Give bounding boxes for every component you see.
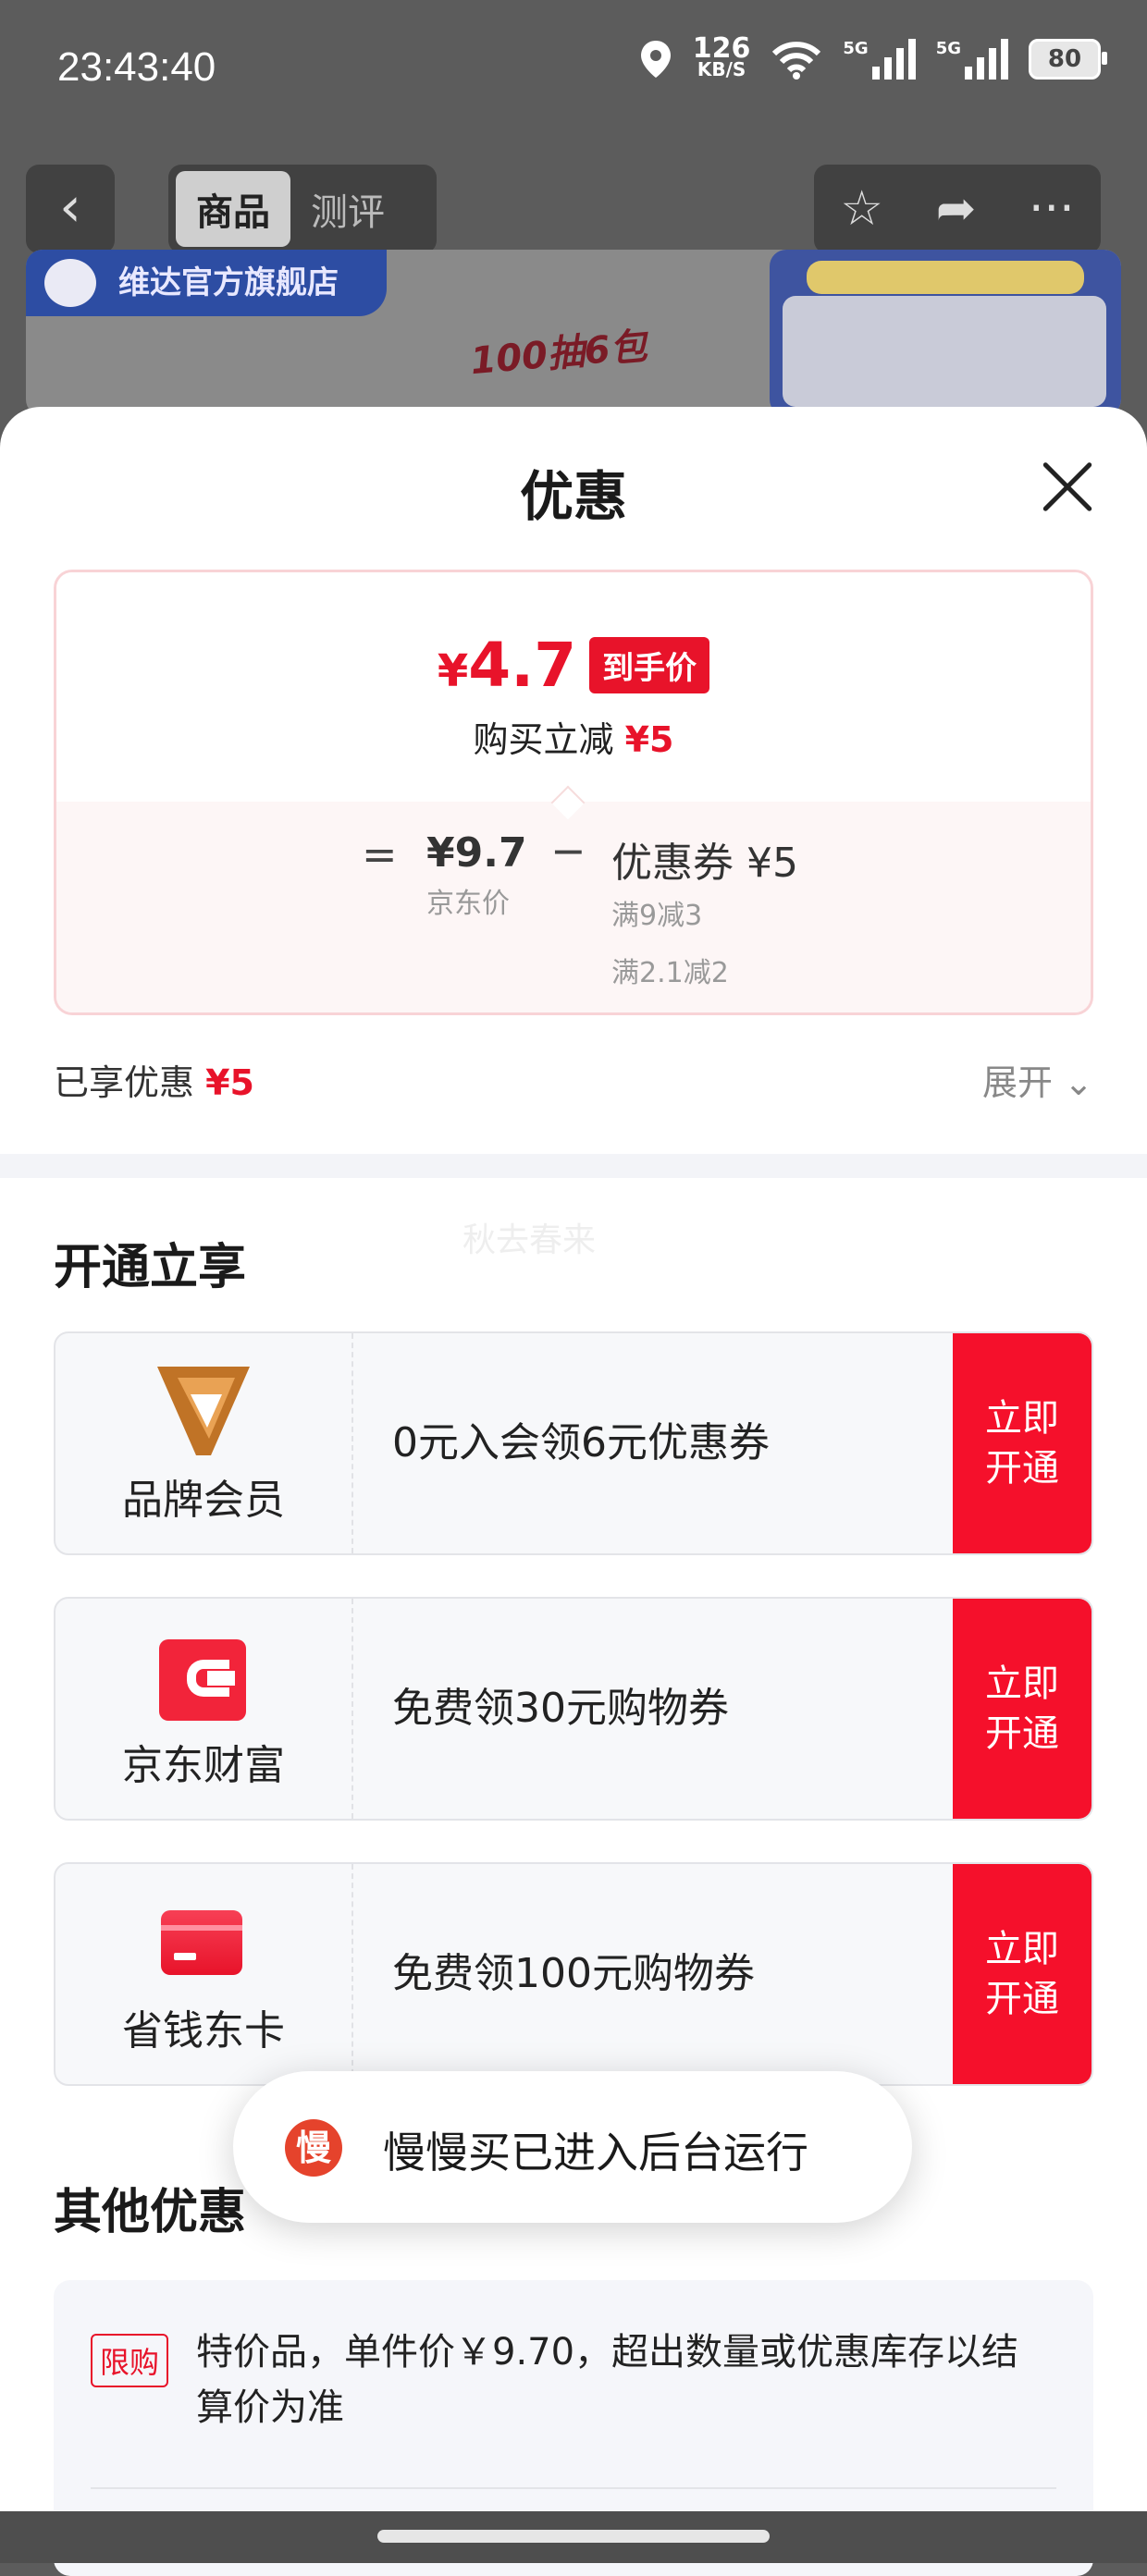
open-now-button[interactable]: 立即 开通 xyxy=(953,1599,1092,1819)
nav-actions: ☆ ➦ ··· xyxy=(814,165,1101,253)
price-calculation: = ¥9.7 京东价 − 优惠券 ¥5 满9减3 满2.1减2 xyxy=(56,802,1091,1012)
more-icon[interactable]: ··· xyxy=(1029,181,1075,237)
chevron-down-icon: ⌄ xyxy=(1064,1062,1093,1103)
tab-review[interactable]: 测评 xyxy=(290,171,405,247)
toast-text: 慢慢买已进入后台运行 xyxy=(383,2128,808,2177)
jd-price: ¥9.7 京东价 xyxy=(426,829,527,920)
store-badge[interactable]: 维达官方旗舰店 xyxy=(26,250,387,316)
signal-sim2-icon: 5G xyxy=(936,39,1008,80)
benefit-name: 品牌会员 xyxy=(122,1477,285,1524)
store-name: 维达官方旗舰店 xyxy=(118,264,339,301)
credit-card-icon xyxy=(161,1910,242,1975)
open-now-button[interactable]: 立即 开通 xyxy=(953,1333,1092,1553)
benefit-desc: 免费领30元购物券 xyxy=(392,1685,729,1732)
open-now-button[interactable]: 立即 开通 xyxy=(953,1864,1092,2084)
benefit-money-saving-card: 省钱东卡 免费领100元购物券 立即 开通 xyxy=(54,1862,1093,2086)
battery-icon: 80 xyxy=(1029,39,1107,80)
expand-button[interactable]: 展开 ⌄ xyxy=(982,1054,1093,1105)
enjoyed-discount: 已享优惠 ¥5 xyxy=(54,1062,254,1103)
other-section-title: 其他优惠 xyxy=(54,2185,247,2240)
sheet-title: 优惠 xyxy=(519,465,627,528)
watermark: 秋去春来 xyxy=(462,1221,597,1259)
home-indicator[interactable] xyxy=(377,2530,770,2543)
close-icon[interactable] xyxy=(1040,459,1095,514)
signal-sim1-icon: 5G xyxy=(843,39,916,80)
tab-product[interactable]: 商品 xyxy=(176,171,290,247)
share-icon[interactable]: ➦ xyxy=(936,181,977,237)
benefit-jd-wealth: 京东财富 免费领30元购物券 立即 开通 xyxy=(54,1597,1093,1821)
status-bar: 23:43:40 126 KB/S 5G 5G 80 xyxy=(0,0,1147,139)
benefit-brand-member: 品牌会员 0元入会领6元优惠券 立即 开通 xyxy=(54,1331,1093,1555)
benefit-name: 京东财富 xyxy=(122,1742,285,1789)
open-section-title: 开通立享 xyxy=(54,1240,247,1295)
other-divider xyxy=(91,2487,1056,2489)
minus-sign: − xyxy=(550,826,586,876)
member-promo-ribbon xyxy=(807,261,1084,294)
discount-sheet: 优惠 ¥4.7 到手价 购买立减 ¥5 = ¥9.7 京东价 − 优惠券 ¥5 … xyxy=(0,407,1147,2563)
background-run-toast: 慢 慢慢买已进入后台运行 xyxy=(233,2071,912,2223)
section-divider xyxy=(0,1154,1147,1178)
limit-tag: 限购 xyxy=(91,2334,169,2387)
status-time: 23:43:40 xyxy=(57,44,216,90)
brand-member-v-icon xyxy=(157,1367,250,1455)
jd-wealth-icon xyxy=(159,1639,246,1721)
product-promo-text: 100抽6包 xyxy=(468,325,649,384)
benefit-name: 省钱东卡 xyxy=(122,2007,285,2055)
product-banner: 维达官方旗舰店 100抽6包 xyxy=(26,250,1121,416)
wifi-icon xyxy=(772,42,821,80)
back-button[interactable]: ‹ xyxy=(26,165,115,253)
nav-tabs: 商品 测评 xyxy=(168,165,437,253)
manmanmai-app-icon: 慢 xyxy=(285,2119,342,2177)
member-promo-inner xyxy=(783,296,1106,407)
final-price-tag: 到手价 xyxy=(589,637,710,693)
equals-sign: = xyxy=(362,829,398,879)
location-icon xyxy=(640,41,671,78)
limit-text: 特价品，单件价￥9.70，超出数量或优惠库存以结算价为准 xyxy=(196,2331,1019,2429)
price-summary: ¥4.7 到手价 购买立减 ¥5 xyxy=(56,572,1091,802)
benefit-desc: 0元入会领6元优惠券 xyxy=(392,1419,770,1466)
store-logo xyxy=(44,259,96,307)
favorite-star-icon[interactable]: ☆ xyxy=(840,181,883,237)
price-card: ¥4.7 到手价 购买立减 ¥5 = ¥9.7 京东价 − 优惠券 ¥5 满9减… xyxy=(54,570,1093,1015)
coupon-detail: 优惠券 ¥5 满9减3 满2.1减2 xyxy=(611,840,798,989)
final-price: ¥4.7 xyxy=(437,630,577,701)
status-icons: 126 KB/S 5G 5G 80 xyxy=(639,32,1107,80)
network-speed: 126 KB/S xyxy=(692,32,751,80)
member-promo-card[interactable] xyxy=(770,250,1121,416)
buy-discount: 购买立减 ¥5 xyxy=(473,719,674,760)
benefit-desc: 免费领100元购物券 xyxy=(392,1950,755,1997)
